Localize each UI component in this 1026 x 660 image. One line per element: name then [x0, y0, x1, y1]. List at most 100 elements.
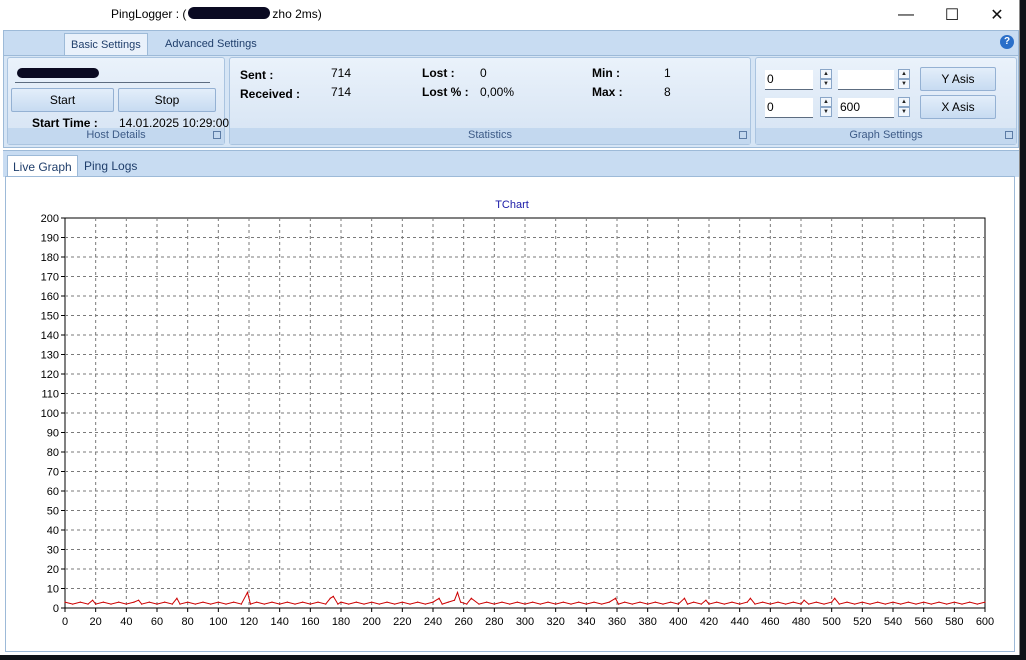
- data-point: [547, 601, 549, 603]
- x-max-stepper[interactable]: ▲ ▼: [898, 97, 910, 118]
- tab-basic-settings[interactable]: Basic Settings: [64, 33, 148, 55]
- x-tick-label: 540: [884, 616, 902, 628]
- x-tick-label: 40: [120, 616, 132, 628]
- x-tick-label: 200: [362, 616, 380, 628]
- graph-settings-label-text: Graph Settings: [849, 129, 923, 141]
- x-tick-label: 580: [945, 616, 963, 628]
- y-tick-label: 70: [47, 467, 59, 479]
- statistics-label-text: Statistics: [467, 129, 512, 141]
- x-max-input[interactable]: 600: [838, 98, 894, 118]
- data-point: [156, 603, 158, 605]
- down-arrow-icon[interactable]: ▼: [898, 79, 910, 89]
- data-point: [194, 603, 196, 605]
- x-tick-label: 380: [638, 616, 656, 628]
- data-point: [631, 603, 633, 605]
- x-tick-label: 160: [301, 616, 319, 628]
- dialog-launcher-icon[interactable]: [1005, 131, 1013, 139]
- dialog-launcher-icon[interactable]: [739, 131, 747, 139]
- data-point: [516, 601, 518, 603]
- up-arrow-icon[interactable]: ▲: [898, 69, 910, 79]
- data-point: [302, 601, 304, 603]
- data-point: [953, 601, 955, 603]
- data-point: [808, 603, 810, 605]
- stop-button[interactable]: Stop: [118, 88, 216, 112]
- y-tick-label: 50: [47, 506, 59, 518]
- data-point: [394, 603, 396, 605]
- down-arrow-icon[interactable]: ▼: [820, 79, 832, 89]
- data-point: [447, 601, 449, 603]
- x-min-input[interactable]: 0: [765, 98, 813, 118]
- data-point: [133, 601, 135, 603]
- data-point: [355, 601, 357, 603]
- minimize-button[interactable]: —: [883, 0, 929, 30]
- data-point: [509, 603, 511, 605]
- data-point: [79, 601, 81, 603]
- data-point: [746, 601, 748, 603]
- y-axis-button[interactable]: Y Asis: [920, 67, 996, 91]
- tab-live-graph[interactable]: Live Graph: [7, 155, 78, 177]
- data-point: [256, 601, 258, 603]
- dialog-launcher-icon[interactable]: [213, 131, 221, 139]
- data-point: [976, 603, 978, 605]
- tab-advanced-settings[interactable]: Advanced Settings: [159, 33, 263, 55]
- x-min-stepper[interactable]: ▲ ▼: [820, 97, 832, 118]
- data-point: [662, 603, 664, 605]
- maximize-button[interactable]: ☐: [929, 0, 975, 30]
- data-point: [171, 603, 173, 605]
- data-point: [803, 599, 805, 601]
- max-value: 8: [664, 85, 671, 99]
- y-tick-label: 120: [41, 369, 59, 381]
- data-point: [984, 601, 986, 603]
- up-arrow-icon[interactable]: ▲: [898, 97, 910, 107]
- down-arrow-icon[interactable]: ▼: [898, 107, 910, 117]
- app-window: PingLogger : (zho 2ms) — ☐ ✕ Basic Setti…: [0, 0, 1020, 655]
- x-tick-label: 400: [669, 616, 687, 628]
- x-tick-label: 320: [546, 616, 564, 628]
- x-tick-label: 120: [240, 616, 258, 628]
- host-details-label: Host Details: [8, 128, 224, 144]
- data-point: [562, 601, 564, 603]
- x-tick-label: 80: [182, 616, 194, 628]
- data-point: [138, 599, 140, 601]
- sent-label: Sent :: [240, 68, 274, 82]
- down-arrow-icon[interactable]: ▼: [820, 107, 832, 117]
- up-arrow-icon[interactable]: ▲: [820, 69, 832, 79]
- data-point: [371, 601, 373, 603]
- y-tick-label: 90: [47, 428, 59, 440]
- lost-percent-value: 0,00%: [480, 85, 515, 99]
- data-point: [846, 601, 848, 603]
- y-tick-label: 60: [47, 486, 59, 498]
- up-arrow-icon[interactable]: ▲: [820, 97, 832, 107]
- lost-label: Lost :: [422, 66, 455, 80]
- x-tick-label: 0: [62, 616, 68, 628]
- host-name-field[interactable]: [15, 66, 210, 83]
- host-details-group: Start Stop Start Time : 14.01.2025 10:29…: [7, 57, 229, 145]
- y-min-input[interactable]: 0: [765, 70, 813, 90]
- lost-value: 0: [480, 66, 487, 80]
- data-point: [378, 603, 380, 605]
- tab-ping-logs[interactable]: Ping Logs: [79, 155, 142, 177]
- help-icon[interactable]: ?: [1000, 35, 1014, 49]
- data-point: [187, 601, 189, 603]
- y-max-stepper[interactable]: ▲ ▼: [898, 69, 910, 90]
- data-point: [240, 603, 242, 605]
- y-min-stepper[interactable]: ▲ ▼: [820, 69, 832, 90]
- close-button[interactable]: ✕: [974, 0, 1020, 30]
- data-point: [217, 601, 219, 603]
- y-max-input-box: [838, 70, 894, 90]
- data-point: [460, 601, 462, 603]
- redacted-host-name: [17, 68, 99, 78]
- start-button[interactable]: Start: [11, 88, 114, 112]
- y-tick-label: 10: [47, 584, 59, 596]
- view-tab-strip: Live Graph Ping Logs: [3, 150, 1019, 177]
- data-point: [493, 603, 495, 605]
- data-point: [72, 603, 74, 605]
- x-axis-button[interactable]: X Asis: [920, 95, 996, 119]
- data-point: [501, 601, 503, 603]
- data-point: [249, 603, 252, 605]
- window-title-suffix: zho 2ms): [272, 7, 322, 21]
- y-tick-label: 150: [41, 311, 59, 323]
- data-point: [838, 603, 840, 605]
- ribbon-tab-strip: Basic Settings Advanced Settings ?: [4, 31, 1018, 56]
- data-point: [263, 603, 265, 605]
